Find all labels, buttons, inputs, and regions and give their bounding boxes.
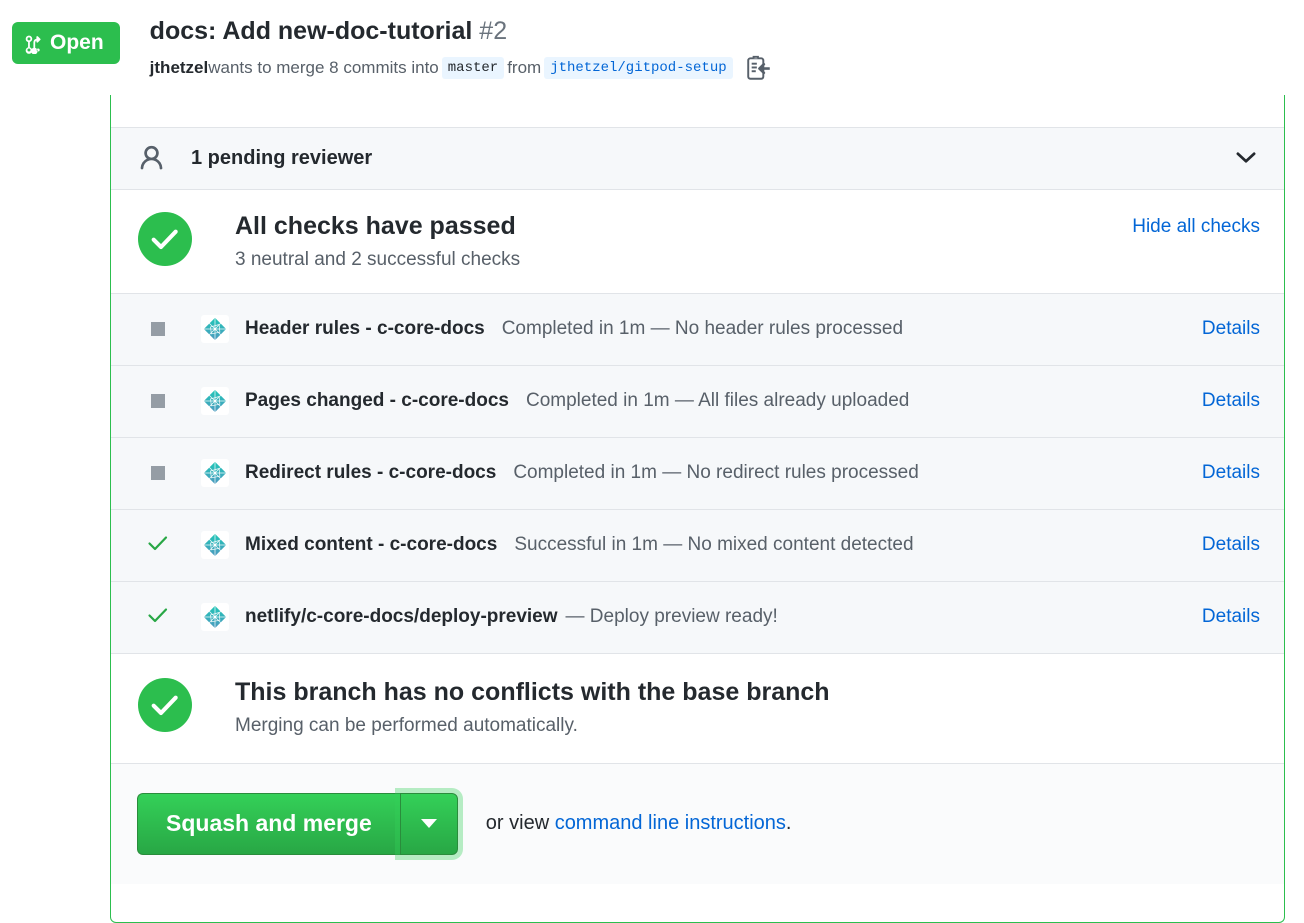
status-badge: Open — [12, 22, 120, 64]
check-description: Completed in 1m — No header rules proces… — [502, 318, 1202, 340]
neutral-square-icon — [151, 394, 165, 408]
pr-merge-summary: jthetzel wants to merge 8 commits into m… — [150, 54, 772, 82]
table-row[interactable]: netlify/c-core-docs/deploy-preview — Depl… — [111, 582, 1284, 654]
check-details-link[interactable]: Details — [1202, 606, 1260, 628]
command-line-hint: or view command line instructions. — [486, 812, 792, 835]
check-description: Completed in 1m — All files already uplo… — [526, 390, 1202, 412]
table-row[interactable]: Pages changed - c-core-docs Completed in … — [111, 366, 1284, 438]
clipped-partial-text — [396, 95, 401, 98]
netlify-logo-icon — [201, 387, 229, 415]
neutral-square-icon — [151, 466, 165, 480]
check-details-link[interactable]: Details — [1202, 318, 1260, 340]
check-details-link[interactable]: Details — [1202, 534, 1260, 556]
pr-title: docs: Add new-doc-tutorial — [150, 17, 473, 45]
git-pull-request-icon — [24, 33, 43, 54]
head-branch-chip[interactable]: jthetzel/gitpod-setup — [544, 57, 732, 79]
base-branch-chip[interactable]: master — [442, 57, 504, 79]
caret-down-icon — [421, 819, 437, 828]
check-icon — [147, 606, 169, 629]
chevron-down-icon[interactable] — [1236, 149, 1260, 169]
checks-status-subtitle: 3 neutral and 2 successful checks — [235, 249, 1132, 271]
netlify-logo-icon — [201, 315, 229, 343]
check-name[interactable]: Pages changed - c-core-docs — [245, 390, 509, 412]
merge-status-box: 1 pending reviewer All checks have passe… — [110, 95, 1285, 923]
check-circle-icon — [138, 212, 192, 266]
check-name[interactable]: Mixed content - c-core-docs — [245, 534, 497, 556]
pr-author-link[interactable]: jthetzel — [150, 58, 209, 78]
netlify-logo-icon — [201, 531, 229, 559]
clipboard-copy-icon[interactable] — [746, 54, 772, 82]
pr-header: Open docs: Add new-doc-tutorial #2 jthet… — [0, 0, 1304, 95]
check-description: — Deploy preview ready! — [566, 606, 1202, 628]
checks-status-title: All checks have passed — [235, 212, 1132, 241]
page-title: docs: Add new-doc-tutorial #2 — [150, 16, 772, 47]
check-description: Successful in 1m — No mixed content dete… — [514, 534, 1202, 556]
check-name[interactable]: netlify/c-core-docs/deploy-preview — [245, 606, 558, 628]
pr-number: #2 — [479, 17, 507, 45]
merge-method-dropdown-button[interactable] — [400, 793, 458, 855]
netlify-logo-icon — [201, 603, 229, 631]
table-row[interactable]: Mixed content - c-core-docs Successful in… — [111, 510, 1284, 582]
conflicts-title: This branch has no conflicts with the ba… — [235, 678, 1260, 707]
merge-sentence-part-2: from — [507, 58, 541, 78]
check-icon — [147, 534, 169, 557]
table-row[interactable]: Redirect rules - c-core-docs Completed in… — [111, 438, 1284, 510]
status-badge-label: Open — [50, 31, 104, 55]
check-status-icon — [137, 394, 179, 408]
check-circle-icon — [138, 678, 192, 732]
hide-all-checks-link[interactable]: Hide all checks — [1132, 212, 1260, 238]
checks-list: Header rules - c-core-docs Completed in 1… — [111, 294, 1284, 654]
check-status-icon — [137, 606, 179, 629]
clipped-partial-row — [111, 95, 1284, 128]
period-label: . — [786, 812, 792, 834]
pending-reviewer-label: 1 pending reviewer — [191, 147, 1236, 170]
merge-sentence-part-1: wants to merge 8 commits into — [208, 58, 439, 78]
check-name[interactable]: Redirect rules - c-core-docs — [245, 462, 496, 484]
merge-button-group: Squash and merge — [137, 793, 458, 855]
check-details-link[interactable]: Details — [1202, 390, 1260, 412]
command-line-instructions-link[interactable]: command line instructions — [555, 812, 786, 834]
sidebar-item-pending-reviewer[interactable]: 1 pending reviewer — [111, 128, 1284, 190]
check-status-icon — [137, 322, 179, 336]
merge-footer: Squash and merge or view command line in… — [111, 764, 1284, 884]
conflicts-subtitle: Merging can be performed automatically. — [235, 715, 1260, 737]
check-status-icon — [137, 534, 179, 557]
check-status-icon — [137, 466, 179, 480]
person-icon — [137, 144, 191, 173]
checks-status-block: All checks have passed 3 neutral and 2 s… — [111, 190, 1284, 294]
or-view-label: or view — [486, 812, 555, 834]
table-row[interactable]: Header rules - c-core-docs Completed in 1… — [111, 294, 1284, 366]
conflicts-texts: This branch has no conflicts with the ba… — [235, 678, 1260, 737]
pr-header-text: docs: Add new-doc-tutorial #2 jthetzel w… — [150, 14, 772, 82]
checks-status-texts: All checks have passed 3 neutral and 2 s… — [235, 212, 1132, 271]
squash-and-merge-button[interactable]: Squash and merge — [137, 793, 400, 855]
check-details-link[interactable]: Details — [1202, 462, 1260, 484]
check-name[interactable]: Header rules - c-core-docs — [245, 318, 485, 340]
neutral-square-icon — [151, 322, 165, 336]
check-description: Completed in 1m — No redirect rules proc… — [513, 462, 1202, 484]
netlify-logo-icon — [201, 459, 229, 487]
conflicts-block: This branch has no conflicts with the ba… — [111, 654, 1284, 764]
